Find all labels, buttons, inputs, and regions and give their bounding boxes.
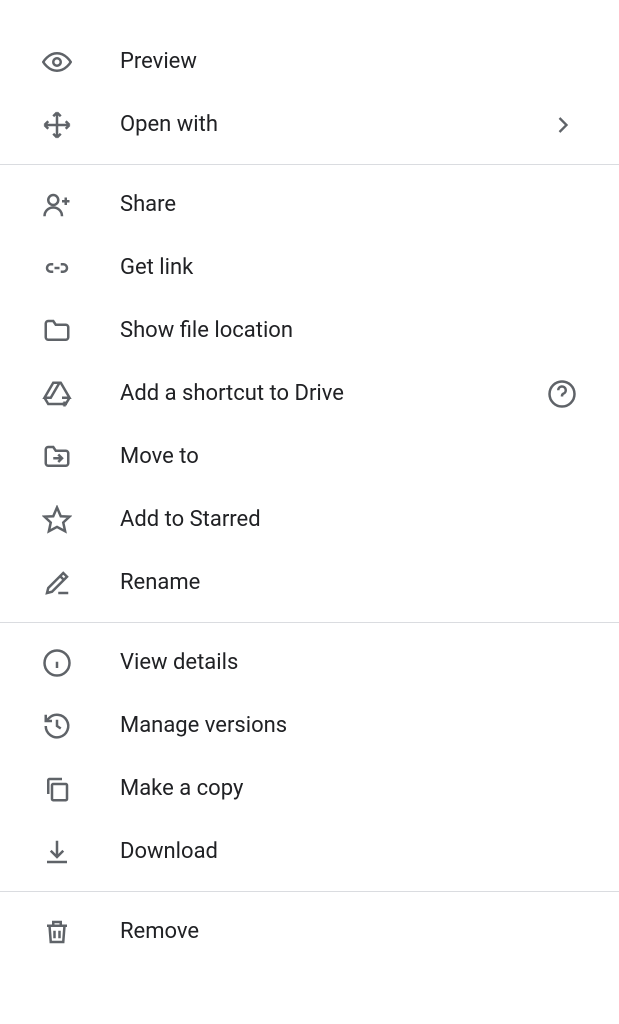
menu-item-add-starred[interactable]: Add to Starred [0,488,619,551]
menu-item-make-copy[interactable]: Make a copy [0,757,619,820]
divider [0,891,619,892]
menu-item-manage-versions[interactable]: Manage versions [0,694,619,757]
menu-label: View details [120,650,577,675]
menu-item-download[interactable]: Download [0,820,619,883]
person-add-icon [42,190,120,220]
menu-label: Move to [120,444,577,469]
arrows-move-icon [42,110,120,140]
menu-label: Rename [120,570,577,595]
menu-item-preview[interactable]: Preview [0,30,619,93]
menu-label: Share [120,192,577,217]
menu-label: Manage versions [120,713,577,738]
menu-item-show-location[interactable]: Show file location [0,299,619,362]
menu-label: Remove [120,919,577,944]
eye-icon [42,47,120,77]
menu-item-rename[interactable]: Rename [0,551,619,614]
history-icon [42,711,120,741]
menu-label: Show file location [120,318,577,343]
folder-icon [42,316,120,346]
divider [0,622,619,623]
menu-label: Add to Starred [120,507,577,532]
menu-item-share[interactable]: Share [0,173,619,236]
chevron-right-icon [549,111,577,139]
divider [0,164,619,165]
folder-arrow-icon [42,442,120,472]
info-icon [42,648,120,678]
help-icon[interactable] [547,379,577,409]
drive-shortcut-icon [42,379,120,409]
link-icon [42,253,120,283]
menu-label: Get link [120,255,577,280]
menu-label: Download [120,839,577,864]
download-icon [42,837,120,867]
trash-icon [42,917,120,947]
menu-item-open-with[interactable]: Open with [0,93,619,156]
pencil-icon [42,568,120,598]
menu-item-get-link[interactable]: Get link [0,236,619,299]
menu-item-move-to[interactable]: Move to [0,425,619,488]
menu-item-remove[interactable]: Remove [0,900,619,963]
menu-label: Preview [120,49,577,74]
menu-item-view-details[interactable]: View details [0,631,619,694]
context-menu: Preview Open with Share Get link Show fi… [0,0,619,963]
menu-item-add-shortcut[interactable]: Add a shortcut to Drive [0,362,619,425]
menu-label: Make a copy [120,776,577,801]
star-icon [42,505,120,535]
menu-label: Open with [120,112,549,137]
menu-label: Add a shortcut to Drive [120,381,547,406]
copy-icon [42,774,120,804]
